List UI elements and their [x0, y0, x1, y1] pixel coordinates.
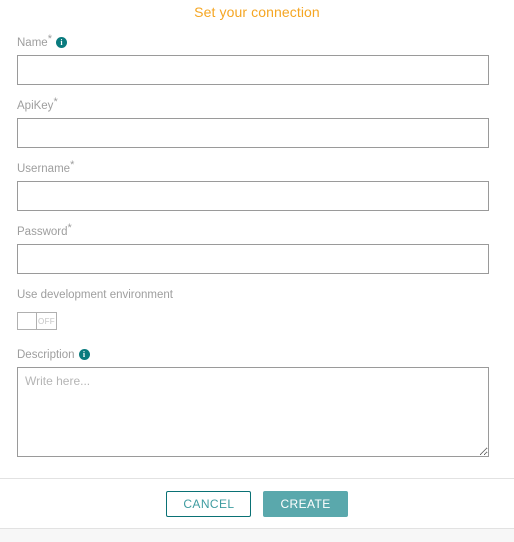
dev-environment-toggle[interactable]: OFF	[17, 312, 57, 330]
field-name-label-text: Name	[17, 37, 48, 49]
dialog-title: Set your connection	[194, 4, 320, 20]
field-dev-environment: Use development environment OFF	[17, 274, 490, 334]
info-icon[interactable]: i	[55, 37, 67, 48]
set-connection-dialog: Set your connection Name * i ApiKey * User…	[0, 0, 514, 542]
field-username-label-text: Username	[17, 163, 71, 175]
field-dev-environment-label: Use development environment	[17, 274, 490, 307]
required-asterisk: *	[67, 222, 72, 234]
field-apikey-label-text: ApiKey	[17, 100, 54, 112]
field-name-label: Name * i	[17, 22, 490, 55]
field-description-label-text: Description	[17, 349, 75, 361]
field-password: Password *	[17, 211, 490, 274]
footer-strip	[0, 528, 514, 542]
password-input[interactable]	[17, 244, 489, 274]
field-dev-environment-label-text: Use development environment	[17, 289, 173, 301]
description-textarea[interactable]	[17, 367, 489, 457]
info-icon[interactable]: i	[78, 349, 90, 360]
cancel-button[interactable]: CANCEL	[166, 490, 252, 517]
required-asterisk: *	[53, 96, 58, 108]
required-asterisk: *	[47, 33, 52, 45]
username-input[interactable]	[17, 181, 489, 211]
field-password-label: Password *	[17, 211, 490, 244]
dev-environment-toggle-row: OFF	[17, 307, 490, 334]
field-username-label: Username *	[17, 148, 490, 181]
field-apikey-label: ApiKey *	[17, 85, 490, 118]
toggle-state-label: OFF	[38, 316, 55, 326]
field-password-label-text: Password	[17, 226, 68, 238]
toggle-knob	[18, 313, 37, 329]
field-description: Description i	[17, 334, 490, 457]
connection-form: Name* i ApiKey* Username* Password*	[0, 22, 514, 478]
apikey-input[interactable]	[17, 118, 489, 148]
field-apikey: ApiKey *	[17, 85, 490, 148]
create-button[interactable]: CREATE	[263, 490, 348, 517]
field-description-label: Description i	[17, 334, 490, 367]
name-input[interactable]	[17, 55, 489, 85]
field-name: Name * i	[17, 22, 490, 85]
required-asterisk: *	[70, 159, 75, 171]
dialog-footer: CANCEL CREATE	[0, 478, 514, 528]
field-username: Username *	[17, 148, 490, 211]
